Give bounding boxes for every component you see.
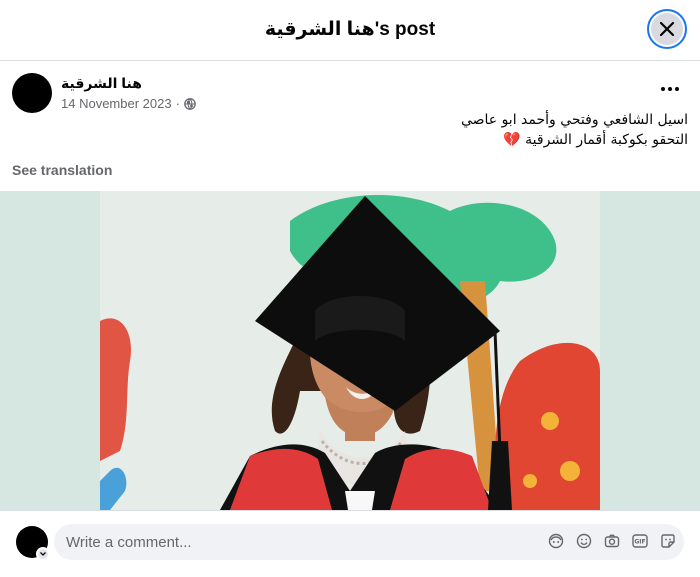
chevron-down-icon [40,552,46,556]
sticker-icon[interactable] [660,533,676,549]
more-options-button[interactable] [658,77,682,101]
close-icon [659,21,675,37]
dialog-title: هنا الشرقية's post [264,19,436,40]
avatar-sticker-icon[interactable] [548,533,564,549]
globe-icon[interactable] [184,97,196,110]
graduation-photo-art [100,191,600,510]
post-text-line-2-text: التحقو بكوكبة أقمار الشرقية [525,132,688,148]
author-avatar[interactable] [12,73,52,113]
author-name[interactable]: هنا الشرقية [61,75,142,92]
close-button[interactable] [647,9,687,49]
comment-bar: GIF [0,510,700,577]
dialog-header: هنا الشرقية's post [0,0,700,61]
graduation-photo[interactable] [100,191,600,510]
post-dialog: هنا الشرقية's post هنا الشرقية 14 Novemb… [0,0,700,577]
comment-tools: GIF [548,533,676,549]
broken-heart-icon: 💔 [503,132,521,148]
more-options-icon [661,87,665,91]
post-photo-container[interactable] [0,191,700,510]
emoji-icon[interactable] [576,533,592,549]
avatar-dropdown-badge[interactable] [36,547,50,561]
post-text: اسيل الشافعي وفتحي وأحمد ابو عاصي التحقو… [48,110,688,150]
see-translation-link[interactable]: See translation [12,162,112,178]
svg-text:GIF: GIF [634,539,645,546]
post-text-line-1: اسيل الشافعي وفتحي وأحمد ابو عاصي [460,112,688,128]
more-options-icon-dot [668,87,672,91]
post-date[interactable]: 14 November 2023 [61,96,172,111]
more-options-icon-dot [675,87,679,91]
camera-icon[interactable] [604,533,620,549]
post-text-line-2: التحقو بكوكبة أقمار الشرقية 💔 [48,130,688,150]
meta-separator: · [175,96,180,111]
gif-icon[interactable]: GIF [632,533,648,549]
post-meta: 14 November 2023 · [61,96,196,111]
